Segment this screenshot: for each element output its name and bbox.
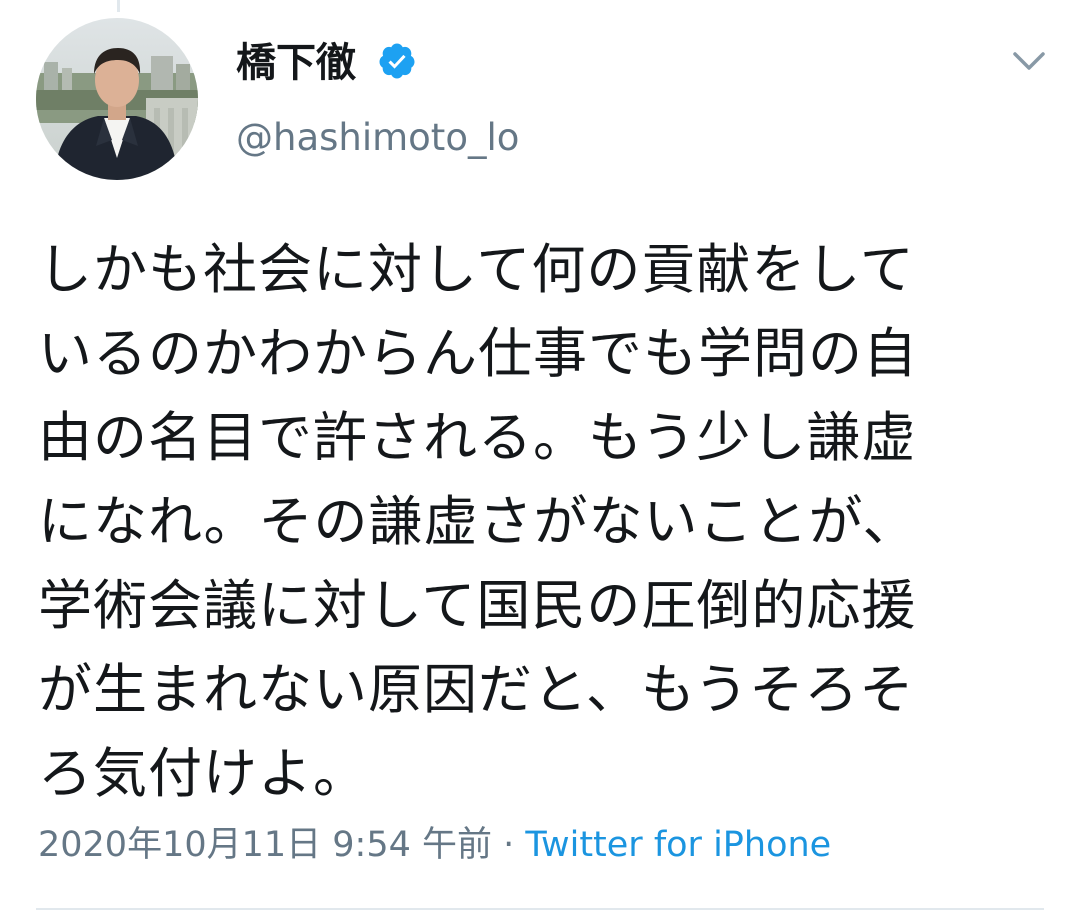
chevron-down-icon[interactable] [1012, 46, 1046, 76]
avatar[interactable] [36, 18, 198, 180]
author-display-name[interactable]: 橋下徹 [236, 38, 356, 88]
tweet-meta: 2020年10月11日 9:54 午前 · Twitter for iPhone [38, 820, 831, 870]
tweet-timestamp[interactable]: 2020年10月11日 9:54 午前 [38, 825, 492, 865]
author-handle[interactable]: @hashimoto_lo [236, 113, 519, 163]
thread-connector [117, 0, 120, 12]
tweet-text: しかも社会に対して何の貢献をして いるのかわからん仕事でも学問の自 由の名目で許… [38, 238, 918, 805]
divider [36, 908, 1044, 910]
meta-separator: · [492, 825, 526, 865]
verified-badge-icon [379, 43, 415, 79]
avatar-photo [36, 18, 198, 180]
tweet-source-link[interactable]: Twitter for iPhone [525, 825, 831, 865]
